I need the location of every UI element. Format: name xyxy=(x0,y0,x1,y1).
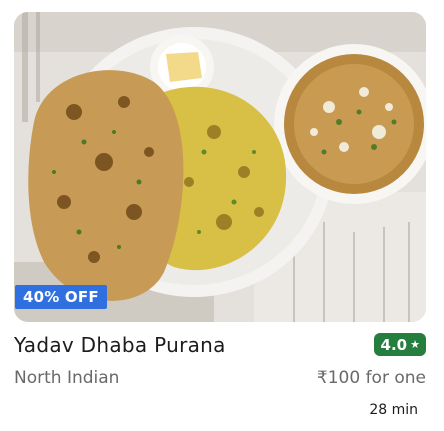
restaurant-card[interactable]: 40% OFF Yadav Dhaba Purana 4.0 ★ North I… xyxy=(0,0,444,431)
rating-value: 4.0 xyxy=(380,335,408,354)
restaurant-name[interactable]: Yadav Dhaba Purana xyxy=(14,333,226,357)
discount-badge: 40% OFF xyxy=(15,285,107,309)
cuisine-label: North Indian xyxy=(14,368,120,388)
food-photo xyxy=(14,12,426,322)
rating-badge: 4.0 ★ xyxy=(373,333,426,356)
delivery-time: 28 min xyxy=(369,402,418,418)
price-for-one: ₹100 for one xyxy=(316,368,426,388)
restaurant-image[interactable] xyxy=(14,12,426,322)
star-icon: ★ xyxy=(410,338,420,351)
